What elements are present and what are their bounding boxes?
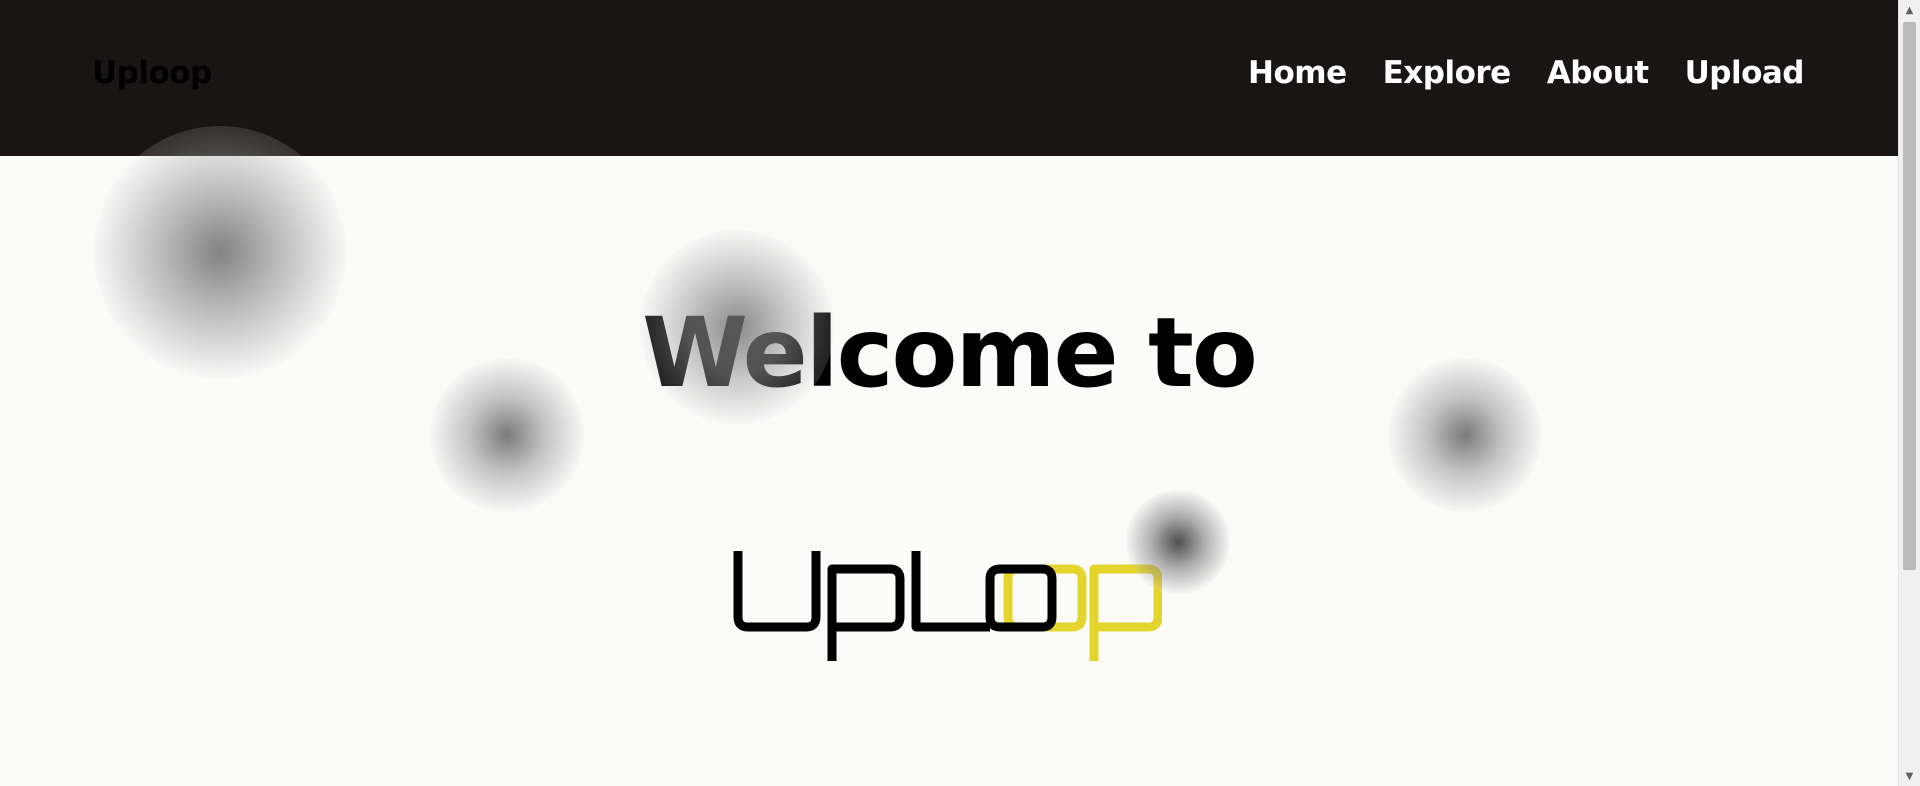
hero-section: Welcome to xyxy=(0,156,1898,786)
main-nav: Home Explore About Upload xyxy=(1248,55,1804,91)
top-navbar: Uploop Home Explore About Upload xyxy=(0,0,1898,156)
logo-letter-u xyxy=(733,551,821,632)
vertical-scrollbar[interactable]: ▲ ▼ xyxy=(1898,0,1920,786)
logo-letter-o xyxy=(985,564,1057,632)
nav-upload-link[interactable]: Upload xyxy=(1685,55,1805,91)
scroll-down-arrow-icon[interactable]: ▼ xyxy=(1899,766,1920,786)
logo-letter-l xyxy=(911,551,990,632)
scrollbar-thumb[interactable] xyxy=(1903,22,1916,570)
brand-link[interactable]: Uploop xyxy=(92,55,212,91)
hero-heading: Welcome to xyxy=(642,297,1258,409)
logo-letter-p-accent xyxy=(1089,564,1162,661)
nav-explore-link[interactable]: Explore xyxy=(1383,55,1512,91)
uploop-logo xyxy=(733,551,1162,661)
logo-letter-o-accent xyxy=(1003,564,1087,632)
page: Uploop Home Explore About Upload Welcome… xyxy=(0,0,1920,786)
scroll-up-arrow-icon[interactable]: ▲ xyxy=(1899,0,1920,20)
nav-home-link[interactable]: Home xyxy=(1248,55,1347,91)
nav-about-link[interactable]: About xyxy=(1547,55,1649,91)
logo-letter-p xyxy=(827,564,905,661)
